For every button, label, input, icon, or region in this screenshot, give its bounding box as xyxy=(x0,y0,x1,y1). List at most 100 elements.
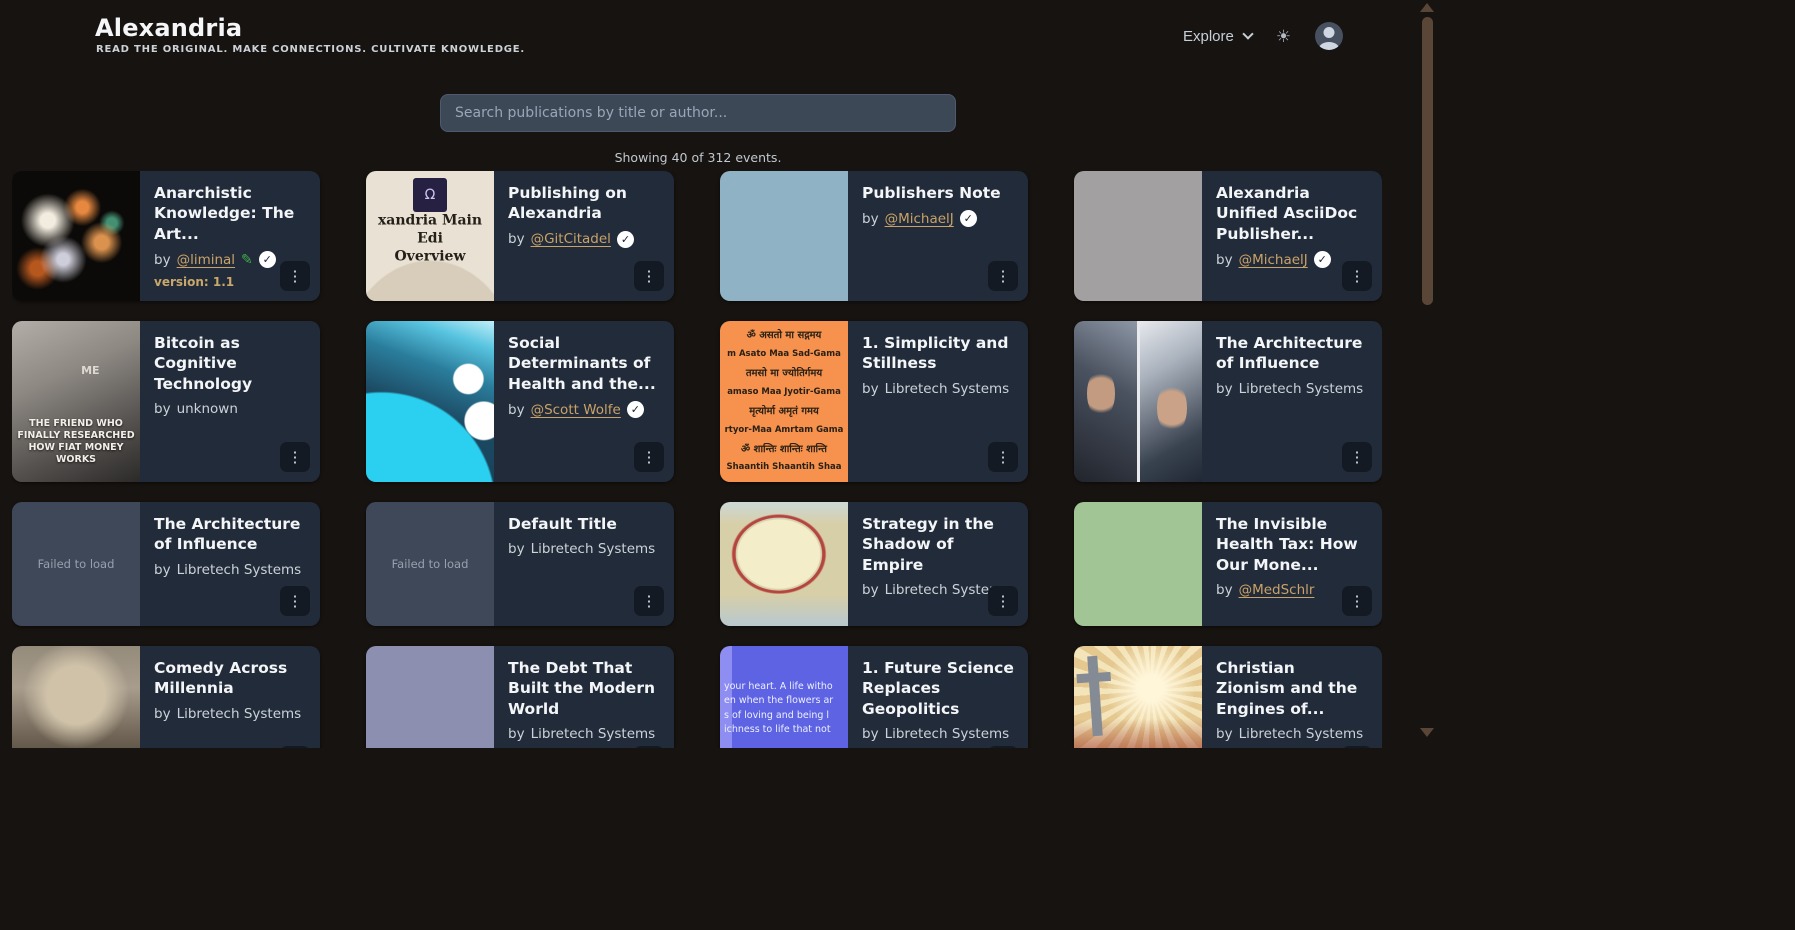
publication-byline: byLibretech Systems xyxy=(508,726,660,742)
publication-thumbnail xyxy=(1074,321,1202,482)
author-link[interactable]: @MedSchlr xyxy=(1239,582,1315,598)
card-menu-button[interactable]: ⋮ xyxy=(280,261,310,291)
publication-card[interactable]: Failed to load The Architecture of Influe… xyxy=(12,502,320,626)
publication-thumbnail: METHE FRIEND WHO FINALLY RESEARCHED HOW … xyxy=(12,321,140,482)
publication-thumbnail xyxy=(1074,646,1202,748)
card-menu-button[interactable]: ⋮ xyxy=(1342,746,1372,748)
card-content: Default TitlebyLibretech Systems⋮ xyxy=(494,502,674,626)
publication-card[interactable]: The Architecture of InfluencebyLibretech… xyxy=(1074,321,1382,482)
card-menu-button[interactable]: ⋮ xyxy=(280,746,310,748)
page-title: Alexandria xyxy=(95,14,242,42)
author-link[interactable]: @MichaelJ xyxy=(885,211,954,227)
publication-thumbnail: Ωxandria Main EdiOverview xyxy=(366,171,494,301)
byline-prefix: by xyxy=(508,726,525,742)
publication-byline: by@Scott Wolfe✓ xyxy=(508,401,660,418)
green-pen-icon: ✎ xyxy=(241,252,253,268)
user-avatar[interactable] xyxy=(1315,22,1343,50)
publication-card[interactable]: Publishers Note by@MichaelJ✓ ⋮ xyxy=(720,171,1028,301)
card-content: The Invisible Health Tax: How Our Mone..… xyxy=(1202,502,1382,626)
publication-card[interactable]: Alexandria Unified AsciiDoc Publisher...… xyxy=(1074,171,1382,301)
card-menu-button[interactable]: ⋮ xyxy=(988,586,1018,616)
publication-card[interactable]: METHE FRIEND WHO FINALLY RESEARCHED HOW … xyxy=(12,321,320,482)
excerpt-line: s of loving and being l xyxy=(724,709,846,723)
card-menu-button[interactable]: ⋮ xyxy=(634,586,664,616)
publication-thumbnail: Failed to load xyxy=(12,502,140,626)
author-name: Libretech Systems xyxy=(177,562,302,578)
author-name: Libretech Systems xyxy=(1239,381,1364,397)
publication-byline: byLibretech Systems xyxy=(1216,726,1368,742)
scripture-line: ॐ असतो मा सद्गमय xyxy=(722,329,846,342)
publication-thumbnail xyxy=(12,646,140,748)
author-name: Libretech Systems xyxy=(531,541,656,557)
publication-card[interactable]: The Invisible Health Tax: How Our Mone..… xyxy=(1074,502,1382,626)
byline-prefix: by xyxy=(1216,726,1233,742)
byline-prefix: by xyxy=(1216,252,1233,268)
card-content: 1. Simplicity and StillnessbyLibretech S… xyxy=(848,321,1028,482)
card-menu-button[interactable]: ⋮ xyxy=(1342,586,1372,616)
publication-title: Comedy Across Millennia xyxy=(154,658,306,699)
kebab-icon: ⋮ xyxy=(642,592,657,610)
scrollbar-down-arrow[interactable] xyxy=(1420,728,1434,737)
byline-prefix: by xyxy=(154,252,171,268)
card-content: Anarchistic Knowledge: The Art... by @limi… xyxy=(140,171,320,301)
publication-card[interactable]: Social Determinants of Health and the...… xyxy=(366,321,674,482)
explore-menu-button[interactable]: Explore xyxy=(1183,28,1252,45)
photo-right xyxy=(1140,321,1203,482)
card-menu-button[interactable]: ⋮ xyxy=(634,746,664,748)
publication-card[interactable]: Strategy in the Shadow of EmpirebyLibret… xyxy=(720,502,1028,626)
author-link[interactable]: @liminal xyxy=(177,252,235,268)
author-name: Libretech Systems xyxy=(177,706,302,722)
publication-card[interactable]: The Debt That Built the Modern WorldbyLi… xyxy=(366,646,674,748)
publication-byline: byLibretech Systems xyxy=(154,706,306,722)
author-name: Libretech Systems xyxy=(885,726,1010,742)
card-content: 1. Future Science Replaces Geopoliticsby… xyxy=(848,646,1028,748)
publication-title: Christian Zionism and the Engines of... xyxy=(1216,658,1368,719)
scrollbar-thumb[interactable] xyxy=(1422,17,1433,305)
byline-prefix: by xyxy=(508,231,525,247)
card-menu-button[interactable]: ⋮ xyxy=(1342,442,1372,472)
thumbnail-error-label: Failed to load xyxy=(38,557,115,571)
publication-title: The Architecture of Influence xyxy=(1216,333,1368,374)
card-menu-button[interactable]: ⋮ xyxy=(1342,261,1372,291)
card-menu-button[interactable]: ⋮ xyxy=(634,442,664,472)
card-menu-button[interactable]: ⋮ xyxy=(634,261,664,291)
publication-byline: byunknown xyxy=(154,401,306,417)
byline-prefix: by xyxy=(1216,582,1233,598)
search-input[interactable] xyxy=(440,94,956,132)
publication-thumbnail xyxy=(366,321,494,482)
publication-byline: by@MichaelJ✓ xyxy=(862,210,1014,227)
card-content: Publishers Note by@MichaelJ✓ ⋮ xyxy=(848,171,1028,301)
publication-title: Publishers Note xyxy=(862,183,1014,203)
card-menu-button[interactable]: ⋮ xyxy=(988,746,1018,748)
scrollbar-up-arrow[interactable] xyxy=(1420,3,1434,12)
publication-card[interactable]: Comedy Across Millennia byLibretech Syste… xyxy=(12,646,320,748)
publication-byline: byLibretech Systems xyxy=(862,726,1014,742)
publication-byline: byLibretech Systems xyxy=(862,381,1014,397)
publication-card[interactable]: ॐ असतो मा सद्गमयm Asato Maa Sad-Gamaतमसो… xyxy=(720,321,1028,482)
publication-card[interactable]: Failed to loadDefault TitlebyLibretech S… xyxy=(366,502,674,626)
publication-byline: byLibretech Systems xyxy=(154,562,306,578)
publication-card[interactable]: Ωxandria Main EdiOverviewPublishing on A… xyxy=(366,171,674,301)
alexandria-logo-icon: Ω xyxy=(413,178,447,212)
byline-prefix: by xyxy=(508,541,525,557)
card-menu-button[interactable]: ⋮ xyxy=(988,442,1018,472)
publications-grid: Anarchistic Knowledge: The Art... by @limi… xyxy=(12,171,1382,748)
publication-title: Anarchistic Knowledge: The Art... xyxy=(154,183,306,244)
publication-byline: by Libretech Systems xyxy=(508,541,660,557)
author-name: Libretech Systems xyxy=(885,381,1010,397)
publication-card[interactable]: your heart. A life withoen when the flow… xyxy=(720,646,1028,748)
publication-title: Social Determinants of Health and the... xyxy=(508,333,660,394)
author-link[interactable]: @GitCitadel xyxy=(531,231,611,247)
publication-card[interactable]: Anarchistic Knowledge: The Art... by @limi… xyxy=(12,171,320,301)
card-menu-button[interactable]: ⋮ xyxy=(280,586,310,616)
card-content: The Architecture of InfluencebyLibretech… xyxy=(140,502,320,626)
card-menu-button[interactable]: ⋮ xyxy=(988,261,1018,291)
author-link[interactable]: @Scott Wolfe xyxy=(531,402,621,418)
publication-card[interactable]: Christian Zionism and the Engines of... b… xyxy=(1074,646,1382,748)
publication-title: Alexandria Unified AsciiDoc Publisher... xyxy=(1216,183,1368,244)
scripture-line: तमसो मा ज्योतिर्गमय xyxy=(722,367,846,380)
theme-toggle-button[interactable]: ☀ xyxy=(1276,28,1291,45)
sun-icon: ☀ xyxy=(1276,27,1291,46)
card-menu-button[interactable]: ⋮ xyxy=(280,442,310,472)
author-link[interactable]: @MichaelJ xyxy=(1239,252,1308,268)
